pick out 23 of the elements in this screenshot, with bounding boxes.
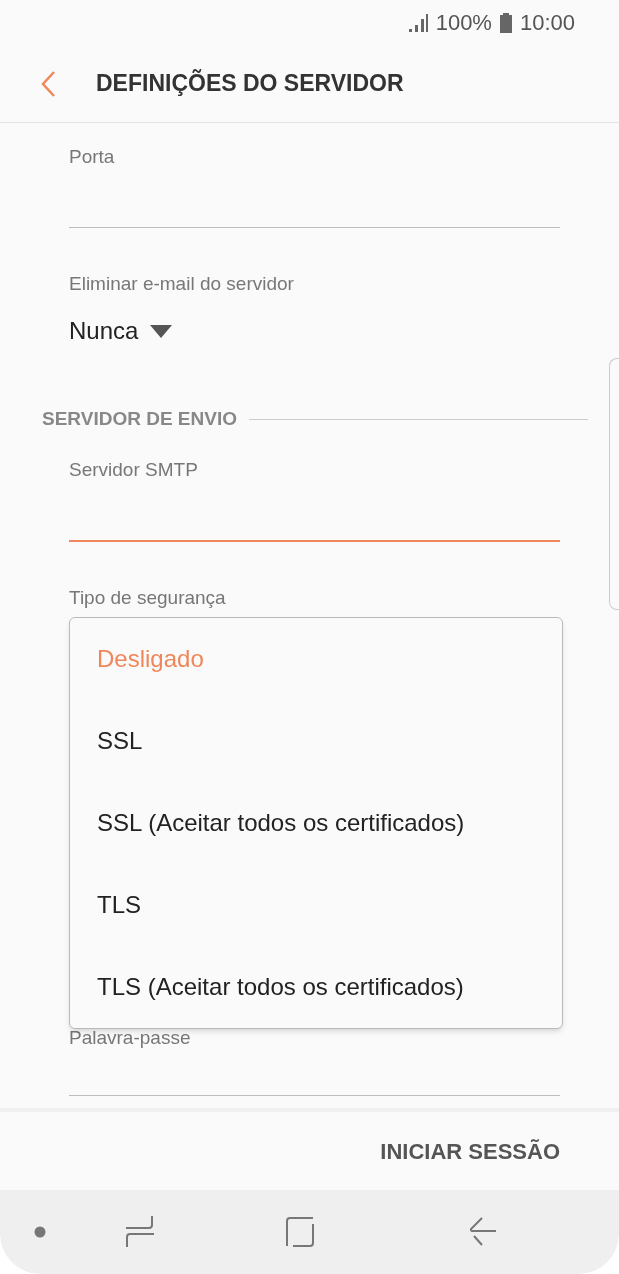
menu-item[interactable]: TLS (Aceitar todos os certificados) [70,946,562,1028]
recent-apps-icon[interactable] [126,1216,154,1248]
page-title: DEFINIÇÕES DO SERVIDOR [96,68,404,99]
dropdown[interactable]: Nunca [69,313,173,349]
battery-level: 100% [435,9,492,37]
menu-item[interactable]: SSL (Aceitar todos os certificados) [70,782,562,864]
battery-icon [499,12,512,33]
back-icon [40,69,56,98]
field-label: Tipo de segurança [69,586,227,610]
field-label: Servidor SMTP [69,458,199,482]
back-arrow-icon[interactable] [469,1217,497,1247]
dot-icon [34,1226,46,1238]
sign-in-button[interactable]: INICIAR SESSÃO [380,1134,560,1168]
menu-item[interactable]: SSL [70,700,562,782]
field-label: Eliminar e-mail do servidor [69,272,295,296]
caret-icon [150,324,173,338]
section-header: SERVIDOR DE ENVIO [42,406,237,431]
clock: 10:00 [519,9,575,37]
menu-item[interactable]: TLS [70,864,562,946]
field-label: Palavra-passe [69,1026,192,1050]
field-label: Porta [69,145,116,169]
signal-icon [407,13,428,32]
home-icon[interactable] [286,1217,314,1247]
